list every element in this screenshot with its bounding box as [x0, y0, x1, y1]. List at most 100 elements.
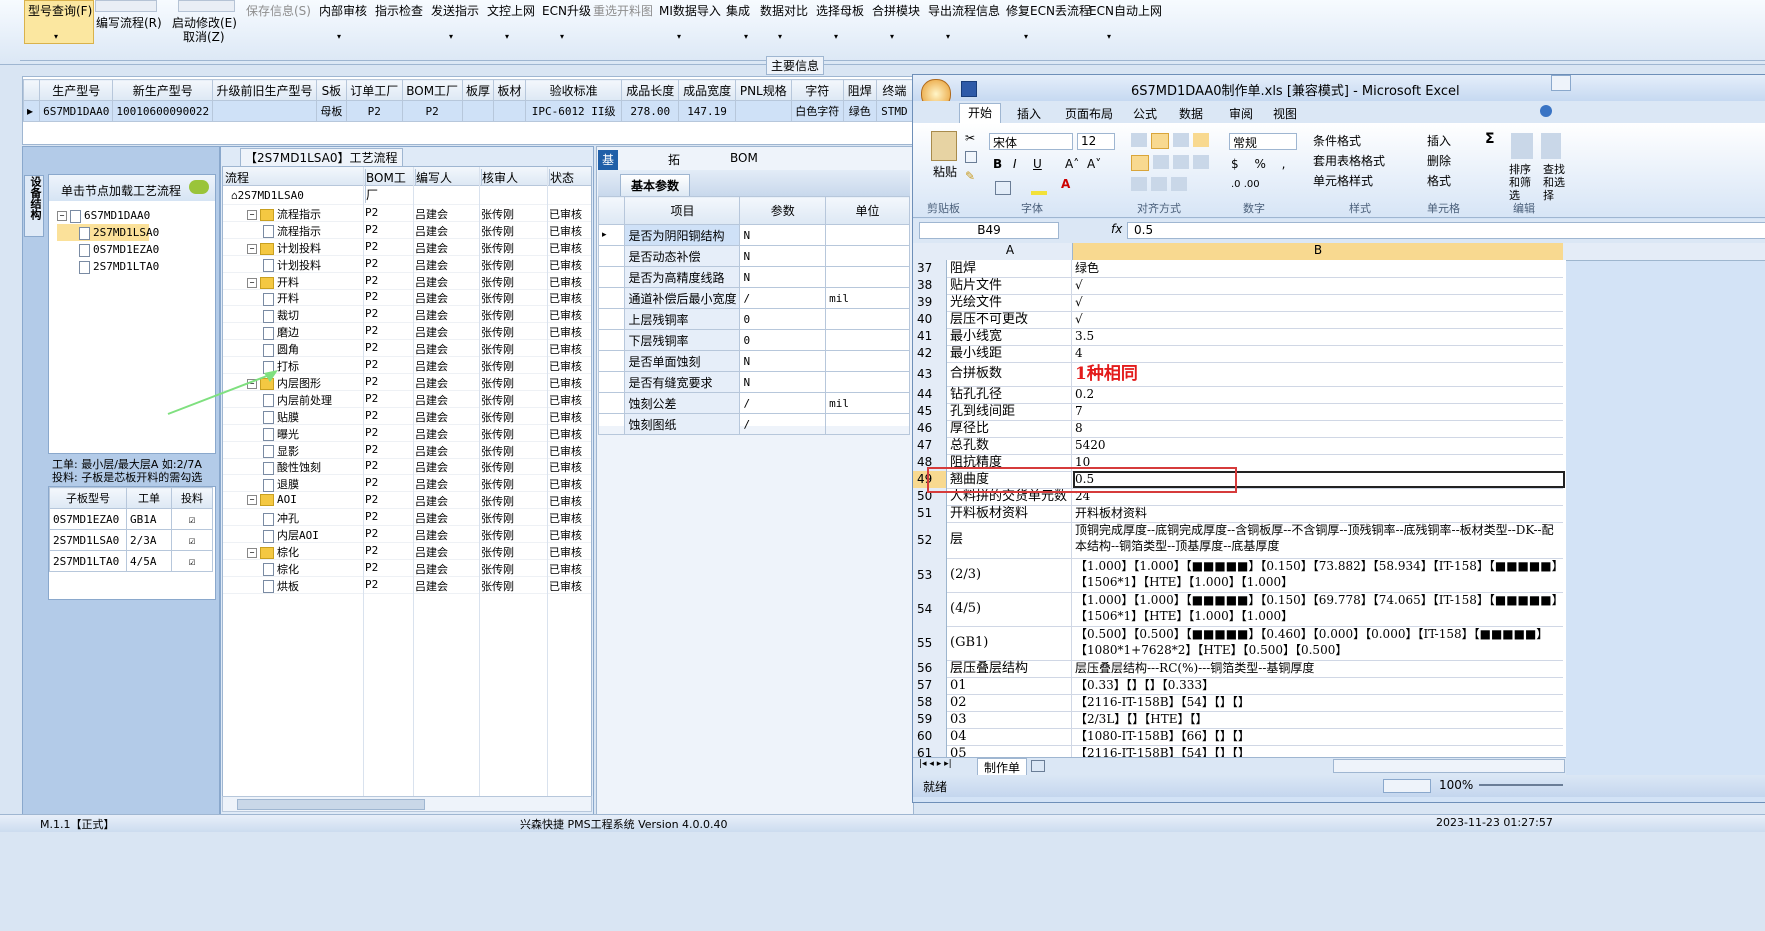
column-header[interactable]: 验收标准: [524, 79, 623, 101]
sheet-nav-icons[interactable]: |◂ ◂ ▸ ▸|: [919, 759, 952, 769]
cell-b[interactable]: 0.2: [1073, 386, 1565, 403]
tree-node[interactable]: 0S7MD1EZA0: [57, 241, 159, 258]
grid-cell[interactable]: [461, 100, 495, 122]
param-row[interactable]: ▸ 是否为阴阳铜结构 N: [597, 224, 910, 246]
cell-a[interactable]: 层压叠层结构: [948, 660, 1072, 677]
process-step[interactable]: 棕化: [263, 561, 299, 577]
row-number[interactable]: 47: [913, 437, 947, 454]
process-step[interactable]: 开料: [263, 290, 299, 306]
process-row[interactable]: 流程指示 P2 吕建会 张传刚 已审核: [223, 221, 591, 239]
row-indicator[interactable]: [597, 308, 626, 330]
sheet-row[interactable]: 58 02 【2116-IT-158B】【54】【】【】: [913, 694, 1563, 712]
ribbon-button[interactable]: 内部审核: [319, 2, 367, 19]
row-number[interactable]: 58: [913, 694, 947, 711]
process-step[interactable]: 裁切: [263, 307, 299, 323]
cell-b[interactable]: 7: [1073, 403, 1565, 420]
param-row[interactable]: 是否单面蚀刻 N: [597, 350, 910, 372]
grid-cell[interactable]: 10010600090022: [112, 100, 214, 122]
scroll-thumb[interactable]: [237, 799, 425, 810]
param-cell[interactable]: N: [739, 350, 827, 372]
sub-board-row[interactable]: 2S7MD1LTA0 4/5A ☑: [49, 550, 213, 572]
zoom-slider[interactable]: [1479, 784, 1563, 786]
process-row[interactable]: − 流程指示 P2 吕建会 张传刚 已审核: [223, 204, 591, 222]
ribbon-button[interactable]: 文控上网: [487, 2, 535, 19]
process-step[interactable]: 磨边: [263, 324, 299, 340]
cut-icon[interactable]: ✂: [965, 131, 975, 145]
sheet-row[interactable]: 40 层压不可更改 √: [913, 311, 1563, 329]
cell-b[interactable]: 8: [1073, 420, 1565, 437]
excel-tab[interactable]: 插入: [1017, 105, 1041, 122]
cell-b[interactable]: 绿色: [1073, 260, 1565, 277]
dropdown-arrow-icon[interactable]: ▾: [834, 32, 838, 41]
process-row[interactable]: 显影 P2 吕建会 张传刚 已审核: [223, 441, 591, 459]
row-indicator[interactable]: [597, 350, 626, 372]
sheet-row[interactable]: 57 01 【0.33】【】【】【0.333】: [913, 677, 1563, 695]
param-cell[interactable]: /: [739, 287, 827, 309]
column-header[interactable]: 新生产型号: [112, 79, 214, 101]
sort-icon[interactable]: [1511, 133, 1533, 159]
cell-a[interactable]: 合拼板数: [948, 362, 1072, 386]
row-number[interactable]: 43: [913, 362, 947, 386]
column-header[interactable]: S板: [315, 79, 347, 101]
sheet-row[interactable]: 53 (2/3) 【1.000】【1.000】【■■■■■】【0.150】【73.8…: [913, 558, 1564, 593]
process-step[interactable]: − 开料: [247, 274, 299, 290]
paste-icon[interactable]: [931, 131, 957, 161]
param-cell[interactable]: N: [739, 245, 827, 267]
dropdown-arrow-icon[interactable]: ▾: [778, 32, 782, 41]
cells-buttons[interactable]: 插入 删除 格式: [1427, 131, 1451, 191]
dropdown-arrow-icon[interactable]: ▾: [946, 32, 950, 41]
process-step[interactable]: 显影: [263, 443, 299, 459]
param-row[interactable]: 是否为高精度线路 N: [597, 266, 910, 288]
grid-cell[interactable]: [493, 100, 526, 122]
tree-node-selected[interactable]: 2S7MD1LSA0: [57, 224, 159, 241]
col-b-header[interactable]: B: [1073, 243, 1563, 260]
checkbox-icon[interactable]: ☑: [189, 534, 196, 547]
row-indicator[interactable]: [597, 371, 626, 393]
grid-cell[interactable]: P2: [345, 100, 403, 122]
sheet-row[interactable]: 39 光绘文件 √: [913, 294, 1563, 312]
column-header[interactable]: 子板型号: [49, 487, 127, 509]
grid-cell[interactable]: IPC-6012 II级: [524, 100, 623, 122]
cell-b[interactable]: 【2116-IT-158B】【54】【】【】: [1073, 694, 1565, 711]
sheet-row[interactable]: 59 03 【2/3L】【】【HTE】【】: [913, 711, 1563, 729]
style-button[interactable]: 条件格式: [1313, 131, 1385, 151]
style-button[interactable]: 单元格样式: [1313, 171, 1385, 191]
row-number[interactable]: 39: [913, 294, 947, 311]
ribbon-button[interactable]: 合拼模块: [872, 2, 920, 19]
dropdown-arrow-icon[interactable]: ▾: [1024, 32, 1028, 41]
bold-icon[interactable]: B: [993, 157, 1002, 171]
process-hscroll[interactable]: [222, 796, 592, 812]
grid-cell[interactable]: P2: [401, 100, 463, 122]
collapse-icon[interactable]: −: [247, 547, 257, 558]
process-row[interactable]: − 开料 P2 吕建会 张传刚 已审核: [223, 272, 591, 290]
param-row[interactable]: 通道补偿后最小宽度 / mil: [597, 287, 910, 309]
param-row[interactable]: 蚀刻图纸 /: [597, 413, 910, 435]
process-column-header[interactable]: 编写人: [415, 169, 480, 186]
sort-filter-label[interactable]: 排序和筛选: [1509, 163, 1541, 202]
process-step[interactable]: − 棕化: [247, 544, 299, 560]
process-step[interactable]: 烘板: [263, 578, 299, 594]
param-row[interactable]: 蚀刻公差 / mil: [597, 392, 910, 414]
column-header[interactable]: 订单工厂: [345, 79, 403, 101]
cell-a[interactable]: (2/3): [948, 558, 1072, 592]
ribbon-button[interactable]: ECN升级: [542, 2, 591, 19]
format-painter-icon[interactable]: ✎: [965, 169, 975, 183]
shrink-font-icon[interactable]: A˅: [1087, 157, 1101, 171]
cell-b[interactable]: √: [1073, 277, 1565, 294]
cell-a[interactable]: 最小线距: [948, 345, 1072, 362]
window-button[interactable]: [1551, 75, 1571, 91]
cell-a[interactable]: 03: [948, 711, 1072, 728]
grid-cell[interactable]: 母板: [315, 100, 347, 122]
basic-tab[interactable]: BOM: [726, 150, 762, 166]
sheet-row[interactable]: 61 05 【2116-IT-158B】【54】【】【】: [913, 745, 1563, 757]
process-step[interactable]: ⌂2S7MD1LSA0: [231, 189, 304, 202]
cell-a[interactable]: (GB1): [948, 626, 1072, 660]
cell-a[interactable]: 孔到线间距: [948, 403, 1072, 420]
process-row[interactable]: 棕化 P2 吕建会 张传刚 已审核: [223, 559, 591, 577]
column-header[interactable]: 板材: [493, 79, 526, 101]
dropdown-arrow-icon[interactable]: ▾: [54, 32, 58, 41]
sheet-row[interactable]: 60 04 【1080-IT-158B】【66】【】【】: [913, 728, 1563, 746]
row-indicator[interactable]: [597, 413, 626, 435]
process-row[interactable]: 开料 P2 吕建会 张传刚 已审核: [223, 288, 591, 307]
cell-a[interactable]: 05: [948, 745, 1072, 757]
